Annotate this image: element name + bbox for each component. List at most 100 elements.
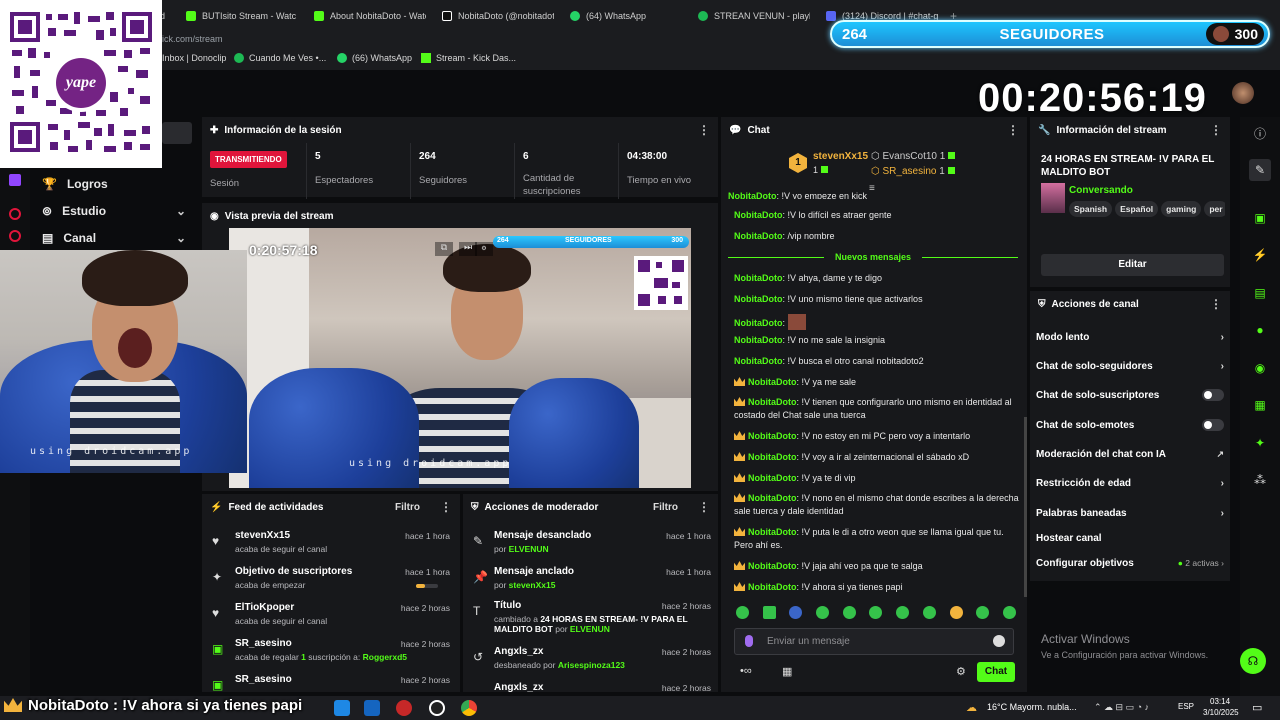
- filter-button[interactable]: Filtro: [395, 502, 420, 513]
- twitch-icon[interactable]: [9, 174, 21, 186]
- chat-message[interactable]: NobitaDoto: !V voy a ir al zeinternacion…: [734, 451, 1024, 464]
- wrench-icon[interactable]: ✦: [1249, 432, 1271, 454]
- chat-bubble-icon[interactable]: ●: [1249, 319, 1271, 341]
- browser-tab[interactable]: STREAN VENUN - playlis: [698, 5, 810, 27]
- tray-icons[interactable]: ⌃ ☁ ⊟ ▭ ◔ ♪: [1094, 702, 1149, 713]
- chat-message[interactable]: NobitaDoto: !V jaja ahí veo pa que te sa…: [734, 560, 1024, 573]
- picture-in-picture-icon[interactable]: ⧉: [435, 242, 453, 256]
- chat-message[interactable]: NobitaDoto: !V ya me sale: [734, 376, 1024, 389]
- chrome-icon[interactable]: [461, 700, 477, 716]
- clock-date[interactable]: 3/10/2025: [1203, 708, 1239, 717]
- toggle-switch[interactable]: [1202, 389, 1224, 401]
- mod-item[interactable]: Angxls_zx hace 2 horas: [463, 682, 718, 692]
- notification-icon[interactable]: ▭: [1252, 701, 1262, 714]
- mod-item[interactable]: 📌 Mensaje anclado por stevenXx15 hace 1 hor…: [463, 566, 718, 602]
- emote-button[interactable]: [869, 606, 883, 619]
- layout-icon[interactable]: ▦: [1249, 394, 1271, 416]
- bookmark[interactable]: (66) WhatsApp: [337, 53, 412, 63]
- info-icon[interactable]: ⓘ: [1249, 122, 1271, 144]
- camera-icon[interactable]: ▣: [1249, 207, 1271, 229]
- mod-item[interactable]: ✎ Mensaje desanclado por ELVENUN hace 1 hor…: [463, 530, 718, 566]
- more-icon[interactable]: ⋮: [698, 500, 710, 514]
- chat-message[interactable]: NobitaDoto: !V no me sale la insignia: [734, 334, 1024, 347]
- weather-text[interactable]: 16°C Mayorm. nubla...: [987, 702, 1077, 712]
- chat-scrollbar[interactable]: [1024, 417, 1027, 597]
- browser-tab[interactable]: NobitaDoto (@nobitadoto: [442, 5, 554, 27]
- chat-message[interactable]: NobitaDoto: !V tienen que configurarlo u…: [734, 396, 1024, 422]
- more-icon[interactable]: ⋮: [1210, 297, 1222, 311]
- tag[interactable]: gaming: [1161, 201, 1202, 217]
- emote-button[interactable]: [842, 606, 856, 619]
- action-configure-goals[interactable]: Configurar objetivos ● 2 activas ›: [1036, 553, 1224, 573]
- chat-message[interactable]: NobitaDoto: !V nono en el mismo chat don…: [734, 492, 1024, 518]
- chat-message[interactable]: NobitaDoto:: [734, 314, 1024, 330]
- broadcast-icon[interactable]: ◉: [1249, 357, 1271, 379]
- language-indicator[interactable]: ESP: [1178, 702, 1194, 711]
- mod-item[interactable]: ↺ Angxls_zx desbaneado por Arisespinoza123…: [463, 646, 718, 682]
- more-icon[interactable]: ⋮: [440, 500, 452, 514]
- store-icon[interactable]: ▦: [782, 665, 792, 678]
- opera-icon[interactable]: [396, 700, 412, 716]
- chat-message[interactable]: NobitaDoto: !V busca el otro canal nobit…: [734, 355, 1024, 368]
- bookmark[interactable]: Cuando Me Ves •...: [234, 53, 326, 63]
- support-icon[interactable]: ☊: [1240, 648, 1266, 674]
- mail-icon[interactable]: [364, 700, 380, 716]
- emote-button[interactable]: [896, 606, 910, 619]
- stream-preview-video[interactable]: 264 SEGUIDORES 300 0:20:57:18 ⧉ ⏭ ⚙ usin…: [229, 228, 691, 488]
- chat-message[interactable]: NobitaDoto: !V uno mismo tiene que activ…: [734, 293, 1024, 306]
- settings-icon[interactable]: ⚙: [475, 242, 493, 256]
- lightning-icon[interactable]: ⚡: [1249, 244, 1271, 266]
- edit-icon[interactable]: ✎: [1249, 159, 1271, 181]
- more-icon[interactable]: ⋮: [1007, 123, 1019, 137]
- feed-item[interactable]: ♥ stevenXx15 acaba de seguir el canal hace …: [202, 530, 460, 566]
- action-slow-mode[interactable]: Modo lento ›: [1036, 327, 1224, 347]
- record-icon[interactable]: [9, 208, 21, 220]
- bookmark[interactable]: Inbox | Donoclip: [162, 53, 226, 63]
- chat-message[interactable]: NobitaDoto: /vip nombre: [734, 230, 1024, 243]
- tag[interactable]: Español: [1115, 201, 1159, 217]
- emote-button[interactable]: [1002, 606, 1016, 619]
- chat-message[interactable]: NobitaDoto: !V lo difícil es atraer gent…: [734, 209, 1024, 222]
- emote-button[interactable]: [762, 606, 776, 619]
- emote-button[interactable]: [922, 606, 936, 619]
- nav-item-canal[interactable]: ▤ Canal ⌄: [30, 224, 200, 251]
- mod-item[interactable]: T Título cambiado a 24 HORAS EN STREAM- !…: [463, 600, 718, 646]
- feed-item[interactable]: ✦ Objetivo de suscriptores acaba de empeza…: [202, 566, 460, 602]
- action-subscribers-only[interactable]: Chat de solo-suscriptores: [1036, 385, 1224, 405]
- chat-message[interactable]: NobitaDoto: !V yo empeze en kick: [728, 190, 1018, 199]
- chat-message[interactable]: NobitaDoto: !V ya te di vip: [734, 472, 1024, 485]
- emote-button[interactable]: [789, 606, 803, 619]
- action-ai-moderation[interactable]: Moderación del chat con IA ↗: [1036, 444, 1224, 464]
- emote-button[interactable]: [816, 606, 830, 619]
- nodes-icon[interactable]: ⁂: [1249, 469, 1271, 491]
- send-chat-button[interactable]: Chat: [977, 662, 1015, 682]
- feed-item[interactable]: ▣ SR_asesino hace 2 horas: [202, 674, 460, 692]
- clock-icon[interactable]: [9, 230, 21, 242]
- gifter-name[interactable]: stevenXx15: [813, 151, 868, 162]
- chat-message[interactable]: NobitaDoto: !V puta le di a otro weon qu…: [734, 526, 1024, 552]
- tag[interactable]: per: [1204, 201, 1225, 217]
- emote-button[interactable]: [736, 606, 749, 619]
- filter-button[interactable]: Filtro: [653, 502, 678, 513]
- obs-icon[interactable]: [429, 700, 445, 716]
- document-icon[interactable]: ▤: [1249, 282, 1271, 304]
- chat-settings-icon[interactable]: ⚙: [956, 665, 966, 678]
- chat-input[interactable]: Enviar un mensaje: [734, 628, 1014, 655]
- feed-item[interactable]: ♥ ElTioKpoper acaba de seguir el canal hace…: [202, 602, 460, 638]
- more-icon[interactable]: ⋮: [1210, 123, 1222, 137]
- chat-message[interactable]: NobitaDoto: !V ahya, dame y te digo: [734, 272, 1024, 285]
- nav-item-logros[interactable]: 🏆 Logros: [30, 170, 200, 197]
- action-emotes-only[interactable]: Chat de solo-emotes: [1036, 415, 1224, 435]
- edit-stream-button[interactable]: Editar: [1041, 254, 1224, 276]
- action-age-restriction[interactable]: Restricción de edad ›: [1036, 473, 1224, 493]
- clock-time[interactable]: 03:14: [1210, 697, 1230, 706]
- action-banned-words[interactable]: Palabras baneadas ›: [1036, 503, 1224, 523]
- browser-tab[interactable]: d: [160, 5, 178, 27]
- feed-item[interactable]: ▣ SR_asesino acaba de regalar 1 suscripci…: [202, 638, 460, 674]
- more-icon[interactable]: ⋮: [698, 123, 710, 137]
- gifter-row[interactable]: ⬡ SR_asesino 1: [871, 166, 955, 177]
- chat-message[interactable]: NobitaDoto: !V ahora si ya tienes papi: [734, 581, 1024, 594]
- browser-tab[interactable]: About NobitaDoto - Watc: [314, 5, 426, 27]
- emote-button[interactable]: [976, 606, 990, 619]
- emote-button[interactable]: [949, 606, 963, 619]
